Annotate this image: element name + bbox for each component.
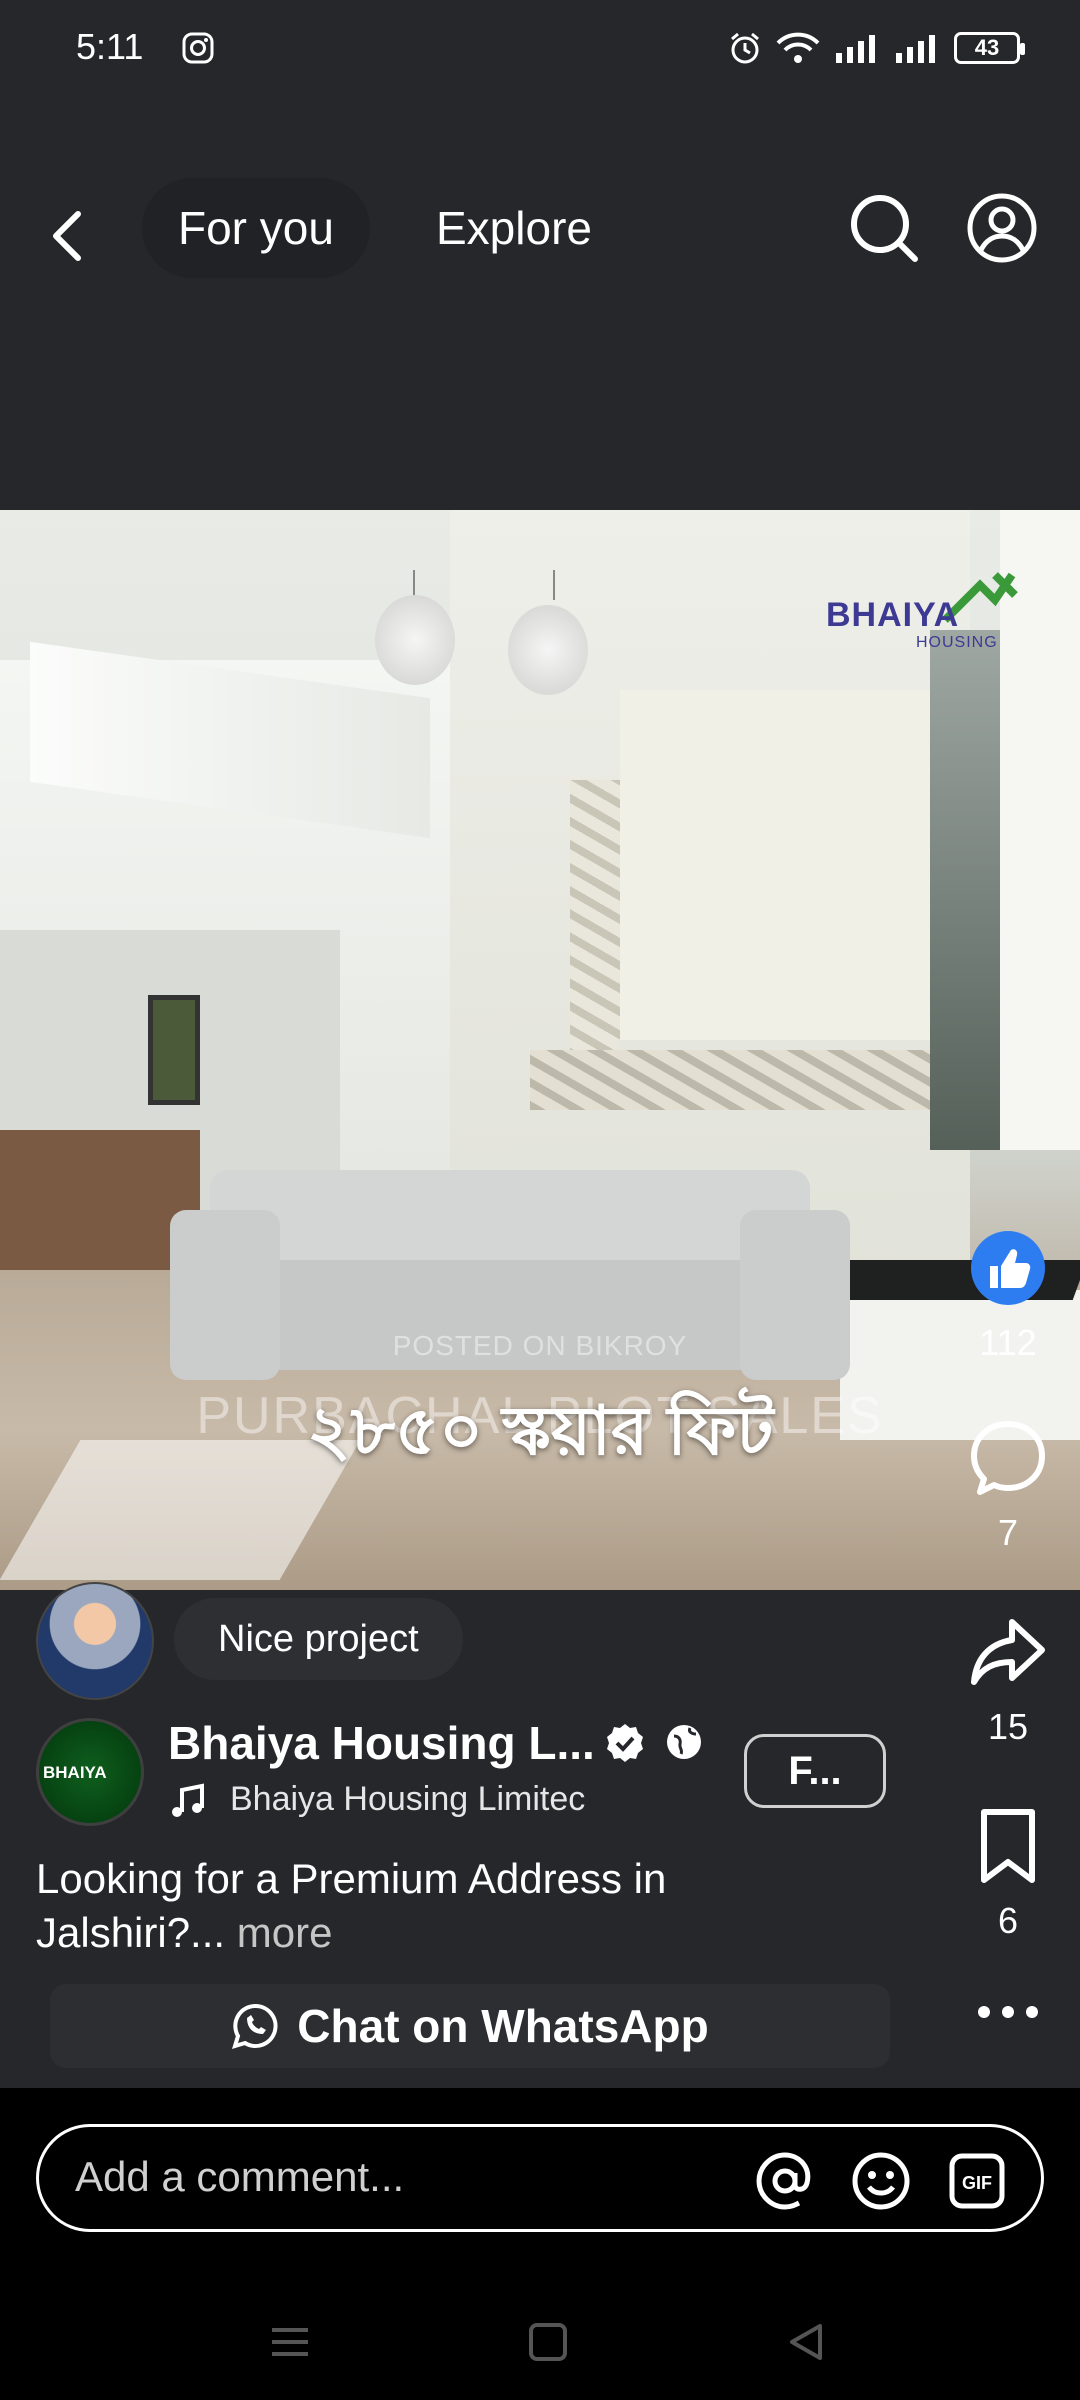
wifi-icon: [776, 32, 820, 63]
alarm-icon: [731, 32, 759, 64]
verified-badge-icon: [607, 1724, 643, 1762]
video-scene: [570, 780, 620, 1080]
description-text: Looking for a Premium Address in Jalshir…: [36, 1855, 667, 1956]
video-scene: [148, 995, 200, 1105]
back-icon[interactable]: [784, 2320, 828, 2364]
music-name[interactable]: Bhaiya Housing Limitec: [230, 1780, 610, 1819]
signal-icon: [896, 35, 935, 63]
system-nav-bar: [0, 2290, 1080, 2400]
video-scene: [930, 630, 1000, 1150]
tab-for-you[interactable]: For you: [142, 178, 370, 278]
brand-name: BHAIYA: [826, 596, 960, 634]
tab-explore[interactable]: Explore: [400, 178, 628, 278]
svg-text:GIF: GIF: [962, 2173, 992, 2193]
like-icon[interactable]: [968, 1228, 1048, 1308]
account-avatar-text: BHAIYA: [43, 1763, 107, 1782]
share-count: 15: [987, 1706, 1029, 1747]
comment-count: 7: [997, 1512, 1019, 1553]
video-scene: [620, 690, 930, 1040]
comment-action[interactable]: 7: [950, 1418, 1066, 1554]
profile-icon[interactable]: [966, 192, 1038, 264]
follow-button[interactable]: F...: [744, 1734, 886, 1808]
lamp-cord: [553, 570, 555, 600]
save-action[interactable]: 6: [950, 1806, 1066, 1942]
home-icon[interactable]: [526, 2320, 570, 2364]
watermark: POSTED ON BIKROY: [392, 1330, 688, 1361]
menu-icon[interactable]: [268, 2320, 312, 2364]
comment-input[interactable]: Add a comment... GIF: [36, 2124, 1044, 2232]
like-count: 112: [979, 1322, 1037, 1363]
top-comment[interactable]: Nice project: [174, 1598, 463, 1680]
video-caption: ২৮৫০ স্কয়ার ফিট: [306, 1393, 774, 1469]
instagram-icon: [182, 32, 214, 64]
like-action[interactable]: 112: [950, 1228, 1066, 1364]
brand-logo: BHAIYA HOUSING: [820, 570, 1020, 660]
more-link[interactable]: more: [237, 1909, 333, 1956]
commenter-avatar[interactable]: [36, 1582, 154, 1700]
globe-icon: [667, 1725, 701, 1759]
comment-icon[interactable]: [968, 1418, 1048, 1498]
post-description[interactable]: Looking for a Premium Address in Jalshir…: [36, 1852, 756, 1960]
pendant-lamp: [508, 605, 588, 695]
status-time: 5:11: [76, 26, 144, 67]
share-icon[interactable]: [968, 1612, 1048, 1692]
top-nav: For you Explore: [0, 96, 1080, 510]
save-count: 6: [997, 1900, 1019, 1941]
video-player[interactable]: BHAIYA HOUSING POSTED ON BIKROY PURBACHA…: [0, 510, 1080, 1590]
more-options-icon[interactable]: [976, 2000, 1040, 2024]
status-bar: 5:11 43: [0, 0, 1080, 96]
account-name[interactable]: Bhaiya Housing L...: [168, 1716, 595, 1770]
signal-icon: [836, 35, 875, 63]
brand-sub: HOUSING: [916, 634, 998, 651]
mention-icon[interactable]: [755, 2151, 815, 2211]
battery-level: 43: [974, 35, 1000, 60]
search-icon[interactable]: [848, 192, 920, 264]
bookmark-icon[interactable]: [968, 1806, 1048, 1886]
video-scene: [530, 1050, 970, 1110]
account-avatar[interactable]: BHAIYA: [36, 1718, 144, 1826]
music-note-icon: [172, 1783, 204, 1817]
battery-icon: 43: [954, 32, 1025, 64]
share-action[interactable]: 15: [950, 1612, 1066, 1748]
gif-icon[interactable]: GIF: [947, 2151, 1007, 2211]
back-arrow-icon[interactable]: [40, 206, 100, 266]
comment-placeholder: Add a comment...: [75, 2153, 405, 2200]
whatsapp-button[interactable]: Chat on WhatsApp: [50, 1984, 890, 2068]
whatsapp-label: Chat on WhatsApp: [297, 2000, 709, 2052]
emoji-icon[interactable]: [851, 2151, 911, 2211]
status-icons: 43: [728, 26, 1025, 70]
whatsapp-icon: [232, 2003, 278, 2049]
pendant-lamp: [375, 595, 455, 685]
